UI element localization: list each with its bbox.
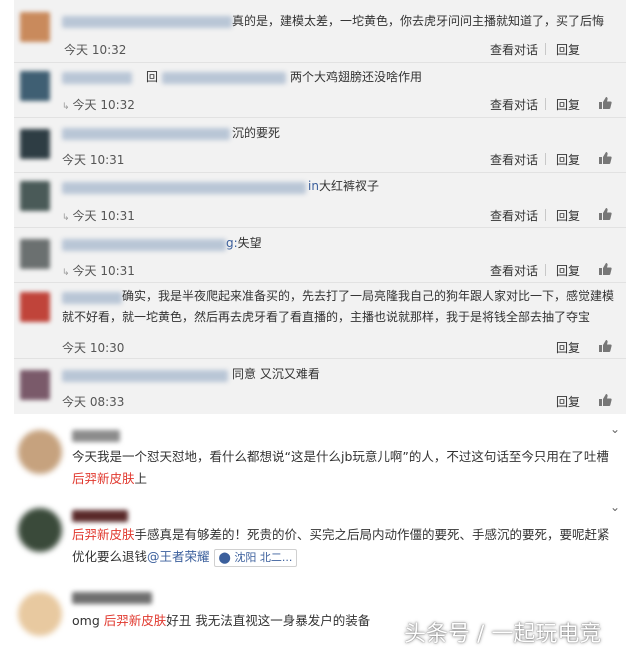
thumbs-up-icon[interactable]	[598, 393, 612, 407]
avatar[interactable]	[18, 592, 62, 636]
reply-time: ↳ 今天 10:31	[62, 209, 135, 223]
comment-line: 后羿新皮肤手感真是有够差的！死贵的价、买完之后局内动作僵的要死、手感沉的要死，要…	[72, 527, 610, 542]
reply-button[interactable]: 回复	[556, 393, 580, 410]
hashtag-link[interactable]: 后羿新皮肤	[72, 471, 135, 486]
reply-item: in大红裤衩子 ↳ 今天 10:31 查看对话 回复	[14, 172, 626, 227]
reply-arrow-icon: ↳	[62, 213, 70, 223]
separator	[545, 153, 546, 165]
reply-text-line1: 确实，我是半夜爬起来准备买的，先去打了一局亮隆我自己的狗年跟人家对比一下，感觉建…	[122, 289, 615, 303]
location-tag[interactable]: ⬤ 沈阳 北二...	[213, 549, 298, 567]
comment-text: 后羿新皮肤手感真是有够差的！死贵的价、买完之后局内动作僵的要死、手感沉的要死，要…	[72, 524, 620, 568]
reply-time: 今天 08:33	[62, 395, 125, 409]
reply-button[interactable]: 回复	[556, 96, 580, 113]
avatar[interactable]	[18, 508, 62, 552]
comment-line: 优化要么退钱@王者荣耀 ⬤ 沈阳 北二...	[72, 546, 620, 568]
avatar[interactable]	[20, 181, 50, 211]
avatar[interactable]	[20, 292, 50, 322]
thumbs-up-icon[interactable]	[598, 96, 612, 110]
reply-text: in大红裤衩子	[308, 179, 379, 193]
reply-time: ↳ 今天 10:32	[62, 98, 135, 112]
reply-button[interactable]: 回复	[556, 41, 580, 58]
username-blurred[interactable]	[62, 16, 232, 28]
chevron-down-icon[interactable]: ⌄	[610, 422, 620, 436]
view-conversation-link[interactable]: 查看对话	[490, 96, 538, 113]
reply-text-line2: 就不好看，就一坨黄色，然后再去虎牙看了看直播的，主播也说就那样，我于是将钱全部去…	[62, 310, 591, 324]
avatar[interactable]	[20, 12, 50, 42]
reply-text: 沉的要死	[232, 126, 281, 140]
reply-time: 今天 10:32	[64, 43, 127, 57]
reply-arrow-icon: ↳	[62, 268, 70, 278]
comment-item: ⌄ 今天我是一个怼天怼地，看什么都想说“这是什么jb玩意儿啊”的人，不过这句话至…	[14, 422, 626, 494]
reply-button[interactable]: 回复	[556, 339, 580, 356]
avatar[interactable]	[20, 239, 50, 269]
reply-item: 回 两个大鸡翅膀还没啥作用 ↳ 今天 10:32 查看对话 回复	[14, 62, 626, 118]
watermark: 头条号 / 一起玩电竞	[404, 622, 602, 647]
thumbs-up-icon[interactable]	[598, 151, 612, 165]
username-blurred[interactable]	[62, 239, 226, 251]
comment-item: ⌄ 后羿新皮肤手感真是有够差的！死贵的价、买完之后局内动作僵的要死、手感沉的要死…	[14, 500, 626, 576]
reply-thread: 真的是，建模太差，一坨黄色，你去虎牙问问主播就知道了，买了后悔 今天 10:32…	[14, 0, 626, 414]
reply-text: 两个大鸡翅膀还没啥作用	[290, 70, 423, 84]
reply-arrow-icon: ↳	[62, 102, 70, 112]
reply-time: ↳ 今天 10:31	[62, 264, 135, 278]
separator	[545, 209, 546, 221]
separator	[545, 264, 546, 276]
location-pin-icon: ⬤	[218, 551, 235, 564]
reply-button[interactable]: 回复	[556, 262, 580, 279]
chevron-down-icon[interactable]: ⌄	[610, 500, 620, 514]
reply-item: 确实，我是半夜爬起来准备买的，先去打了一局亮隆我自己的狗年跟人家对比一下，感觉建…	[14, 282, 626, 358]
thumbs-up-icon[interactable]	[598, 339, 612, 353]
reply-text: 同意 又沉又难看	[232, 367, 320, 381]
reply-button[interactable]: 回复	[556, 151, 580, 168]
view-conversation-link[interactable]: 查看对话	[490, 207, 538, 224]
mention-link[interactable]: @王者荣耀	[147, 549, 210, 564]
reply-time: 今天 10:31	[62, 153, 125, 167]
username-blurred[interactable]	[62, 182, 306, 194]
reply-item: 沉的要死 今天 10:31 查看对话 回复	[14, 117, 626, 172]
hashtag-link[interactable]: 后羿新皮肤	[72, 527, 135, 542]
username-blurred[interactable]	[72, 510, 128, 522]
avatar[interactable]	[20, 370, 50, 400]
username-blurred[interactable]	[72, 430, 120, 442]
reply-item: 同意 又沉又难看 今天 08:33 回复	[14, 358, 626, 414]
username-blurred[interactable]	[62, 370, 228, 382]
view-conversation-link[interactable]: 查看对话	[490, 262, 538, 279]
reply-item: 真的是，建模太差，一坨黄色，你去虎牙问问主播就知道了，买了后悔 今天 10:32…	[14, 0, 626, 58]
avatar[interactable]	[20, 129, 50, 159]
username-blurred[interactable]	[62, 72, 132, 84]
thumbs-up-icon[interactable]	[598, 262, 612, 276]
view-conversation-link[interactable]: 查看对话	[490, 41, 538, 58]
avatar[interactable]	[20, 71, 50, 101]
reply-text: 真的是，建模太差，一坨黄色，你去虎牙问问主播就知道了，买了后悔	[232, 14, 605, 28]
comment-text: 今天我是一个怼天怼地，看什么都想说“这是什么jb玩意儿啊”的人，不过这句话至今只…	[72, 446, 620, 490]
username-blurred[interactable]	[72, 592, 152, 604]
reply-prefix: 回	[146, 70, 159, 84]
username-blurred[interactable]	[62, 292, 122, 304]
view-conversation-link[interactable]: 查看对话	[490, 151, 538, 168]
reply-button[interactable]: 回复	[556, 207, 580, 224]
username-blurred[interactable]	[62, 128, 230, 140]
reply-target-blurred[interactable]	[162, 72, 286, 84]
separator	[545, 43, 546, 55]
separator	[545, 98, 546, 110]
reply-item: g:失望 ↳ 今天 10:31 查看对话 回复	[14, 227, 626, 282]
hashtag-link[interactable]: 后羿新皮肤	[104, 613, 167, 628]
avatar[interactable]	[18, 430, 62, 474]
comment-line: 今天我是一个怼天怼地，看什么都想说“这是什么jb玩意儿啊”的人，不过这句话至今只…	[72, 449, 609, 464]
comment-line: 后羿新皮肤上	[72, 471, 148, 486]
thumbs-up-icon[interactable]	[598, 207, 612, 221]
reply-time: 今天 10:30	[62, 341, 125, 355]
reply-text: g:失望	[226, 236, 262, 250]
